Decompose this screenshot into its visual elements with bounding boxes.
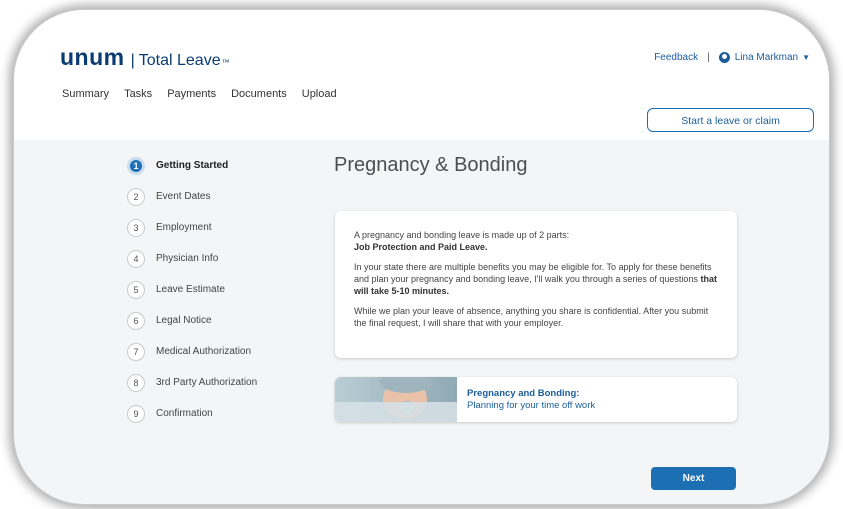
step-number: 1 bbox=[127, 156, 145, 175]
step-number: 3 bbox=[127, 218, 145, 237]
step-getting-started[interactable]: 1 Getting Started bbox=[127, 150, 257, 181]
trademark-symbol: ™ bbox=[221, 58, 230, 67]
step-third-party-authorization[interactable]: 8 3rd Party Authorization bbox=[127, 367, 257, 398]
page-title: Pregnancy & Bonding bbox=[334, 154, 528, 176]
step-number: 4 bbox=[127, 249, 145, 268]
promo-text[interactable]: Pregnancy and Bonding: Planning for your… bbox=[467, 388, 595, 412]
info-paragraph-2: In your state there are multiple benefit… bbox=[354, 261, 718, 297]
step-leave-estimate[interactable]: 5 Leave Estimate bbox=[127, 274, 257, 305]
app-window: unum | Total Leave ™ Feedback | Lina Mar… bbox=[14, 10, 829, 504]
info-bold-text: Job Protection and Paid Leave. bbox=[354, 242, 488, 252]
step-physician-info[interactable]: 4 Physician Info bbox=[127, 243, 257, 274]
step-number: 9 bbox=[127, 404, 145, 423]
header: unum | Total Leave ™ Feedback | Lina Mar… bbox=[14, 10, 829, 140]
step-number: 7 bbox=[127, 342, 145, 361]
info-text: A pregnancy and bonding leave is made up… bbox=[354, 230, 570, 240]
promo-subtitle: Planning for your time off work bbox=[467, 400, 596, 411]
step-number: 8 bbox=[127, 373, 145, 392]
step-number: 6 bbox=[127, 311, 145, 330]
feedback-link[interactable]: Feedback bbox=[654, 52, 698, 63]
promo-card[interactable]: Pregnancy and Bonding: Planning for your… bbox=[335, 377, 737, 422]
step-label: Legal Notice bbox=[156, 315, 212, 326]
step-employment[interactable]: 3 Employment bbox=[127, 212, 257, 243]
start-leave-button[interactable]: Start a leave or claim bbox=[647, 108, 814, 132]
nav-item-tasks[interactable]: Tasks bbox=[124, 88, 152, 100]
step-event-dates[interactable]: 2 Event Dates bbox=[127, 181, 257, 212]
caret-down-icon[interactable]: ▼ bbox=[802, 53, 810, 62]
info-paragraph-1: A pregnancy and bonding leave is made up… bbox=[354, 229, 718, 253]
blanket-shape bbox=[335, 402, 457, 422]
step-label: Confirmation bbox=[156, 408, 213, 419]
header-utilities: Feedback | Lina Markman ▼ bbox=[654, 52, 810, 63]
info-text: In your state there are multiple benefit… bbox=[354, 262, 712, 284]
step-confirmation[interactable]: 9 Confirmation bbox=[127, 398, 257, 429]
step-number: 2 bbox=[127, 187, 145, 206]
step-label: Getting Started bbox=[156, 160, 229, 171]
info-card: A pregnancy and bonding leave is made up… bbox=[335, 211, 737, 358]
step-label: Physician Info bbox=[156, 253, 219, 264]
main-nav: Summary Tasks Payments Documents Upload bbox=[62, 88, 352, 100]
progress-steps: 1 Getting Started 2 Event Dates 3 Employ… bbox=[127, 150, 257, 429]
step-label: Event Dates bbox=[156, 191, 211, 202]
step-label: Employment bbox=[156, 222, 212, 233]
step-number: 5 bbox=[127, 280, 145, 299]
step-legal-notice[interactable]: 6 Legal Notice bbox=[127, 305, 257, 336]
next-button[interactable]: Next bbox=[651, 467, 736, 490]
logo[interactable]: unum | Total Leave ™ bbox=[60, 44, 230, 71]
step-label: Leave Estimate bbox=[156, 284, 225, 295]
logo-separator: | bbox=[130, 52, 135, 69]
user-menu-name[interactable]: Lina Markman bbox=[735, 52, 798, 63]
promo-title: Pregnancy and Bonding: bbox=[467, 388, 580, 399]
info-text: While we plan your leave of absence, any… bbox=[354, 306, 709, 328]
step-label: Medical Authorization bbox=[156, 346, 252, 357]
nav-item-payments[interactable]: Payments bbox=[167, 88, 216, 100]
utility-divider: | bbox=[707, 52, 710, 63]
nav-item-documents[interactable]: Documents bbox=[231, 88, 287, 100]
baby-photo bbox=[335, 377, 457, 422]
logo-wordmark: unum bbox=[60, 44, 125, 70]
nav-item-summary[interactable]: Summary bbox=[62, 88, 109, 100]
info-paragraph-3: While we plan your leave of absence, any… bbox=[354, 305, 718, 329]
step-label: 3rd Party Authorization bbox=[156, 377, 258, 388]
nav-item-upload[interactable]: Upload bbox=[302, 88, 337, 100]
step-medical-authorization[interactable]: 7 Medical Authorization bbox=[127, 336, 257, 367]
product-name: Total Leave bbox=[138, 52, 221, 69]
user-circle-icon[interactable] bbox=[718, 52, 730, 63]
